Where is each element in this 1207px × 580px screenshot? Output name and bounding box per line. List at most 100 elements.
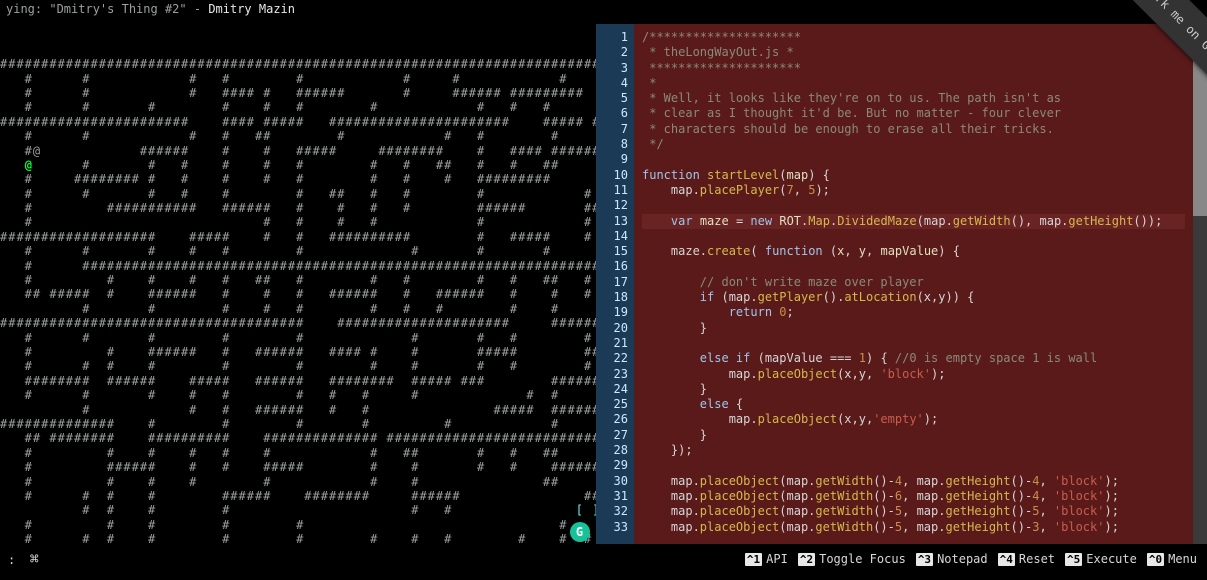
- line-number: 10: [602, 168, 628, 183]
- line-number-gutter: 1234567891011121314151617181920212223242…: [598, 24, 634, 544]
- code-line[interactable]: [642, 229, 1185, 244]
- code-line[interactable]: }: [642, 321, 1185, 336]
- line-number: 13: [602, 214, 628, 229]
- shortcut-execute[interactable]: ^5Execute: [1055, 552, 1137, 566]
- code-line[interactable]: function startLevel(map) {: [642, 168, 1185, 183]
- shortcut-reset[interactable]: ^4Reset: [988, 552, 1055, 566]
- code-line[interactable]: *: [642, 76, 1185, 91]
- maze-row: # # # # # # # # # #: [0, 244, 596, 258]
- code-line[interactable]: */: [642, 137, 1185, 152]
- maze-row: # # # ###### # # ##### ###### #: [0, 403, 596, 417]
- line-number: 3: [602, 61, 628, 76]
- maze-row: # ###### # # ##### # # # # ######### #: [0, 460, 596, 474]
- code-line[interactable]: map.placeObject(map.getWidth()-4, map.ge…: [642, 474, 1185, 489]
- shortcut-key-list: ^1API^2Toggle Focus^3Notepad^4Reset^5Exe…: [735, 552, 1137, 566]
- maze-row: # # # # # ## # # # # # ## # #: [0, 273, 596, 287]
- grammarly-icon[interactable]: G: [570, 522, 590, 542]
- line-number: 6: [602, 106, 628, 121]
- maze-row: ################### ##### # # ##########…: [0, 230, 596, 244]
- status-bar: : ⌘ ^1API^2Toggle Focus^3Notepad^4Reset^…: [0, 544, 1207, 573]
- shortcut-toggle-focus[interactable]: ^2Toggle Focus: [788, 552, 906, 566]
- code-line[interactable]: * clear as I thought it'd be. But no mat…: [642, 106, 1185, 121]
- code-line[interactable]: * characters should be enough to erase a…: [642, 122, 1185, 137]
- maze-row: # # # # # # # # # # #: [0, 302, 596, 316]
- code-line[interactable]: [642, 259, 1185, 274]
- code-line[interactable]: var maze = new ROT.Map.DividedMaze(map.g…: [642, 214, 1185, 229]
- code-line[interactable]: else {: [642, 397, 1185, 412]
- maze-row: # # ###### # ###### #### # # ##### ## #: [0, 345, 596, 359]
- code-line[interactable]: map.placeObject(map.getWidth()-5, map.ge…: [642, 504, 1185, 519]
- exit-marker: [ ]: [576, 503, 596, 517]
- code-area[interactable]: /********************* * theLongWayOut.j…: [634, 24, 1193, 544]
- code-line[interactable]: /*********************: [642, 30, 1185, 45]
- line-number: 32: [602, 504, 628, 519]
- maze-row: ## ##### # ###### # # # ###### # ###### …: [0, 287, 596, 301]
- code-line[interactable]: }: [642, 382, 1185, 397]
- maze-row: # ########### ###### # # # # ###### ####…: [0, 201, 596, 215]
- main-split: ########################################…: [0, 24, 1207, 544]
- line-number: 18: [602, 290, 628, 305]
- line-number: 8: [602, 137, 628, 152]
- maze-row: ########################################…: [0, 546, 596, 548]
- maze-row: ############## # # # # # # #: [0, 417, 596, 431]
- maze-row: ## ######## ########## ############## ##…: [0, 431, 596, 445]
- maze-row: @ # # # # # # # # ## # # ## #: [0, 158, 596, 172]
- code-line[interactable]: if (map.getPlayer().atLocation(x,y)) {: [642, 290, 1185, 305]
- code-line[interactable]: return 0;: [642, 305, 1185, 320]
- maze-row: # # # # # # # # # # # # #: [0, 532, 596, 546]
- line-number: 11: [602, 183, 628, 198]
- shortcut-api[interactable]: ^1API: [735, 552, 788, 566]
- maze-row: # # # # # # # ## # # ## #: [0, 446, 596, 460]
- code-line[interactable]: map.placeObject(map.getWidth()-5, map.ge…: [642, 520, 1185, 535]
- line-number: 5: [602, 91, 628, 106]
- code-line[interactable]: else if (mapValue === 1) { //0 is empty …: [642, 351, 1185, 366]
- code-line[interactable]: map.placeObject(x,y, 'block');: [642, 367, 1185, 382]
- maze-row: # # # # # # # #: [0, 215, 596, 229]
- player-icon: @: [25, 158, 33, 172]
- code-line[interactable]: map.placeObject(map.getWidth()-6, map.ge…: [642, 489, 1185, 504]
- maze-row: # # # # # # # # # # # #: [0, 388, 596, 402]
- line-number: 7: [602, 122, 628, 137]
- line-number: 12: [602, 198, 628, 213]
- line-number: 2: [602, 45, 628, 60]
- code-line[interactable]: * theLongWayOut.js *: [642, 45, 1185, 60]
- command-prompt[interactable]: : ⌘: [0, 550, 47, 568]
- maze-row: # # # # # # # # # #: [0, 331, 596, 345]
- maze-row: #@ ###### # # ##### ######## # #### ####…: [0, 144, 596, 158]
- code-line[interactable]: });: [642, 443, 1185, 458]
- shortcut-notepad[interactable]: ^3Notepad: [906, 552, 988, 566]
- maze-row: # # # # ###### ######## ###### ##### #: [0, 489, 596, 503]
- code-line[interactable]: [642, 458, 1185, 473]
- code-line[interactable]: }: [642, 428, 1185, 443]
- line-number: 9: [602, 152, 628, 167]
- line-number: 26: [602, 412, 628, 427]
- maze-row: # # # # # # # ## #: [0, 475, 596, 489]
- maze-row: ######## ###### ##### ###### ######## ##…: [0, 374, 596, 388]
- line-number: 31: [602, 489, 628, 504]
- line-number: 17: [602, 275, 628, 290]
- code-line[interactable]: map.placePlayer(7, 5);: [642, 183, 1185, 198]
- code-editor-pane[interactable]: rk me on G 12345678910111213141516171819…: [596, 24, 1207, 544]
- code-line[interactable]: * Well, it looks like they're on to us. …: [642, 91, 1185, 106]
- code-line[interactable]: maze.create( function (x, y, mapValue) {: [642, 244, 1185, 259]
- editor-scrollbar[interactable]: [1193, 24, 1207, 544]
- maze-row: # # # #### # ###### # ###### ######### #: [0, 86, 596, 100]
- line-number: 25: [602, 397, 628, 412]
- menu-shortcut[interactable]: ^0Menu: [1137, 552, 1207, 566]
- code-line[interactable]: [642, 198, 1185, 213]
- code-line[interactable]: [642, 152, 1185, 167]
- maze-row: ####################### #### ##### #####…: [0, 115, 596, 129]
- maze-row: ########################################…: [0, 57, 596, 71]
- line-number: 22: [602, 351, 628, 366]
- line-number: 21: [602, 336, 628, 351]
- game-maze-pane[interactable]: ########################################…: [0, 24, 596, 548]
- line-number: 4: [602, 76, 628, 91]
- code-line[interactable]: *********************: [642, 61, 1185, 76]
- code-line[interactable]: [642, 336, 1185, 351]
- now-playing-bar: ying: "Dmitry's Thing #2" - Dmitry Mazin: [0, 0, 1207, 24]
- line-number: 28: [602, 443, 628, 458]
- maze-row: # # # # # # #: [0, 518, 596, 532]
- code-line[interactable]: // don't write maze over player: [642, 275, 1185, 290]
- maze-row: # ######################################…: [0, 259, 596, 273]
- code-line[interactable]: map.placeObject(x,y,'empty');: [642, 412, 1185, 427]
